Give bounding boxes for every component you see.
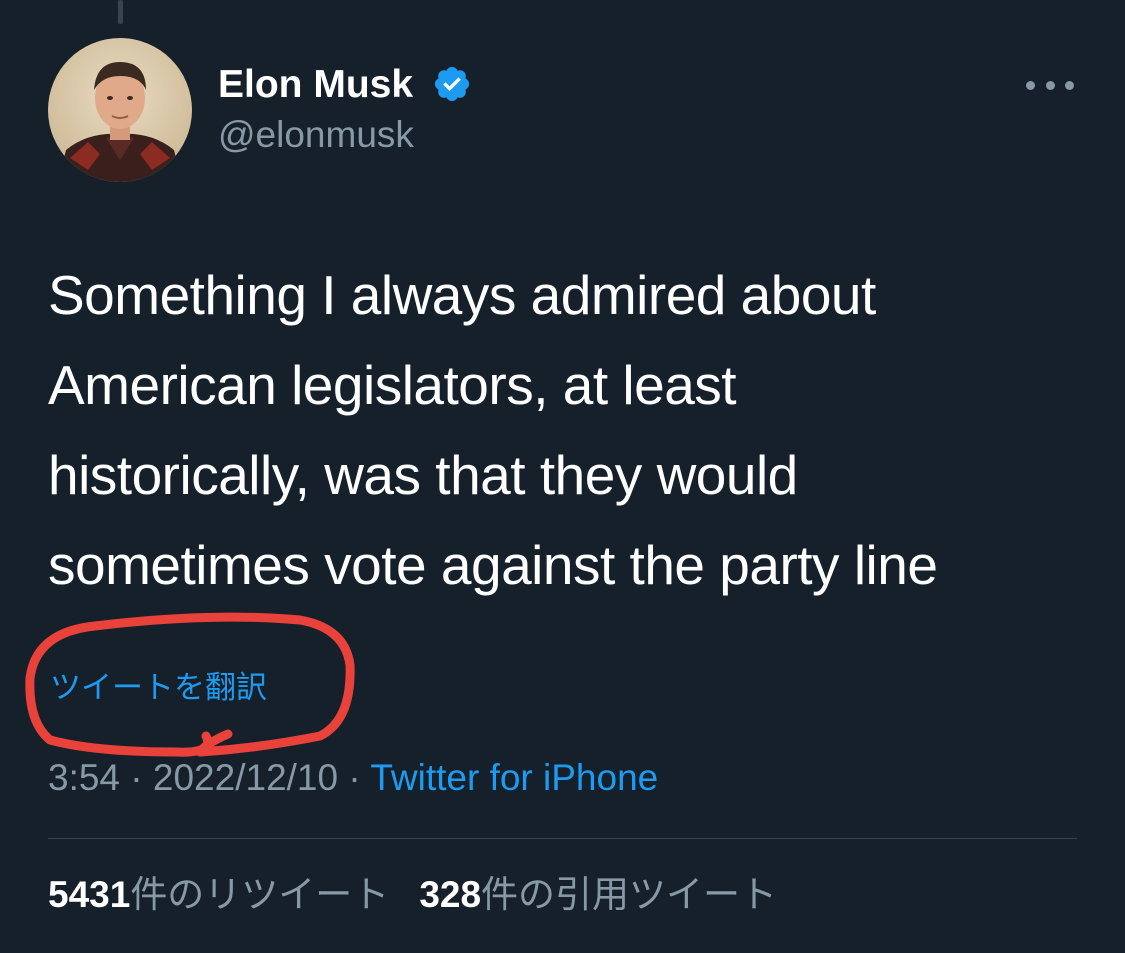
tweet-stats: 5431件のリツイート 328件の引用ツイート <box>48 872 777 918</box>
meta-separator: · <box>120 757 153 798</box>
retweets-count: 5431 <box>48 874 131 915</box>
retweets-stat[interactable]: 5431件のリツイート <box>48 874 389 915</box>
retweets-label: 件のリツイート <box>130 874 390 915</box>
more-dot <box>1045 80 1055 90</box>
quotes-label: 件の引用ツイート <box>481 874 778 915</box>
tweet-meta: 3:54 · 2022/12/10 · Twitter for iPhone <box>48 755 658 801</box>
meta-separator: · <box>338 757 371 798</box>
tweet-source-link[interactable]: Twitter for iPhone <box>370 757 658 798</box>
author-handle[interactable]: @elonmusk <box>218 113 414 157</box>
avatar[interactable] <box>48 38 192 182</box>
more-options-button[interactable] <box>1026 70 1074 100</box>
tweet-text: Something I always admired about America… <box>48 264 938 596</box>
quotes-stat[interactable]: 328件の引用ツイート <box>419 874 777 915</box>
more-horizontal-icon <box>1026 80 1035 90</box>
author-name[interactable]: Elon Musk <box>218 62 413 108</box>
tweet-time: 3:54 <box>48 757 121 798</box>
quotes-count: 328 <box>419 874 482 915</box>
thread-connector-line <box>118 0 123 24</box>
divider <box>48 838 1077 839</box>
translate-tweet-link[interactable]: ツイートを翻訳 <box>50 668 267 708</box>
verified-badge-icon <box>434 66 470 102</box>
tweet-date: 2022/12/10 <box>152 757 339 798</box>
more-dot <box>1065 80 1074 90</box>
